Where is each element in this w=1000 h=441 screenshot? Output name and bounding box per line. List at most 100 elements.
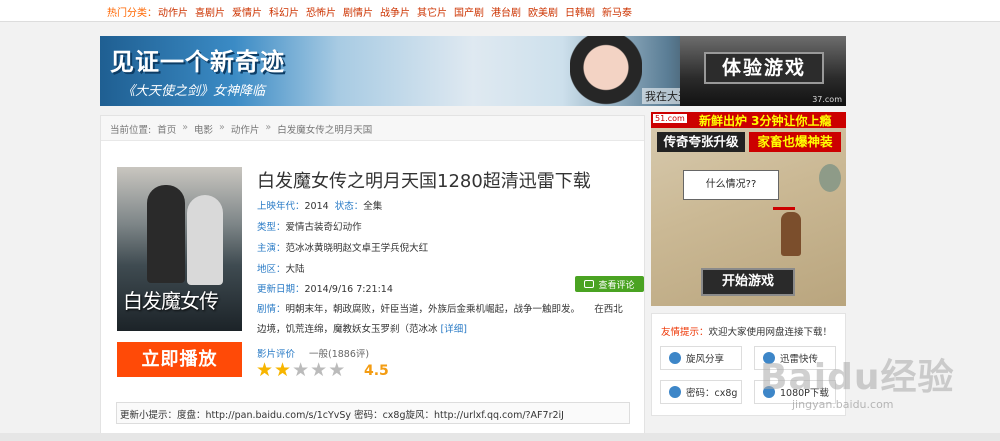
- category-link-horror[interactable]: 恐怖片: [306, 4, 336, 19]
- baidu-jingyan-url: jingyan.baidu.com: [792, 398, 894, 411]
- breadcrumb-prefix: 当前位置:: [110, 125, 152, 136]
- whirlwind-share-button[interactable]: 旋风分享: [660, 346, 742, 370]
- region-label: 地区：: [257, 264, 286, 275]
- view-comments-label: 查看评论: [598, 280, 635, 291]
- cast-member[interactable]: 黄晓明: [314, 243, 343, 254]
- status-label: 状态：: [334, 201, 364, 212]
- friendly-tip: 友情提示：欢迎大家使用网盘连接下载！: [661, 324, 832, 338]
- side-ad-character-image: [781, 212, 801, 256]
- rating-count: 一般(1886评): [309, 349, 370, 360]
- updated-value: 2014/9/16 7:21:14: [304, 284, 393, 295]
- browser-status-bar: [0, 433, 1000, 441]
- region-row: 地区：大陆: [257, 261, 305, 275]
- category-link-drama[interactable]: 剧情片: [343, 4, 373, 19]
- category-link-comedy[interactable]: 喜剧片: [195, 4, 225, 19]
- movie-title: 白发魔女传之明月天国1280超清迅雷下载: [257, 171, 591, 192]
- category-link-other[interactable]: 其它片: [417, 4, 447, 19]
- friendly-tip-label: 友情提示：: [661, 327, 709, 338]
- side-ad-speech-bubble: 什么情况??: [683, 170, 779, 200]
- breadcrumb: 当前位置: 首页 » 电影 » 动作片 » 白发魔女传之明月天国: [101, 116, 644, 141]
- side-game-ad[interactable]: 51.com 新鲜出炉 3分钟让你上瘾 传奇夸张升级 家畜也爆神装 什么情况??…: [651, 112, 846, 306]
- year-value: 2014: [304, 201, 329, 212]
- lock-icon: [669, 386, 681, 398]
- plot-more-link[interactable]: [详细]: [441, 324, 467, 335]
- poster-figure-light: [187, 195, 223, 285]
- genre-row: 类型：爱情古装奇幻动作: [257, 219, 362, 233]
- plot-label: 剧情：: [257, 304, 286, 315]
- side-ad-site: 51.com: [653, 114, 687, 123]
- star-empty-icon[interactable]: ★: [292, 360, 309, 380]
- star-filled-icon[interactable]: ★: [256, 360, 273, 380]
- cast-label: 主演：: [257, 243, 286, 254]
- breadcrumb-movies[interactable]: 电影: [194, 122, 213, 140]
- updated-row: 更新日期：2014/9/16 7:21:14: [257, 281, 393, 295]
- genre-tag[interactable]: 爱情: [286, 222, 305, 233]
- star-filled-icon[interactable]: ★: [274, 360, 291, 380]
- breadcrumb-home[interactable]: 首页: [157, 122, 176, 140]
- comment-icon: [584, 280, 595, 288]
- whirlwind-icon: [669, 352, 681, 364]
- category-link-scifi[interactable]: 科幻片: [269, 4, 299, 19]
- whirlwind-share-label: 旋风分享: [686, 354, 725, 365]
- region-value: 大陆: [285, 264, 305, 275]
- genre-tag[interactable]: 古装: [305, 222, 324, 233]
- password-label: 密码：cx8g: [686, 388, 738, 399]
- cast-member[interactable]: 王学兵: [371, 243, 400, 254]
- cast-row: 主演：范冰冰黄晓明赵文卓王学兵倪大红: [257, 240, 428, 254]
- cast-member[interactable]: 倪大红: [400, 243, 429, 254]
- update-tip: 更新小提示：度盘：http://pan.baidu.com/s/1cYvSy 密…: [116, 402, 630, 424]
- view-comments-button[interactable]: 查看评论: [575, 276, 644, 292]
- rating-label: 影片评价: [257, 349, 296, 360]
- star-empty-icon[interactable]: ★: [310, 360, 327, 380]
- category-links: 动作片 喜剧片 爱情片 科幻片 恐怖片 剧情片 战争片 其它片 国产剧 港台剧 …: [158, 4, 632, 19]
- friendly-tip-text: 欢迎大家使用网盘连接下载！: [708, 327, 833, 338]
- category-link-romance[interactable]: 爱情片: [232, 4, 262, 19]
- movie-poster[interactable]: 白发魔女传: [117, 167, 242, 331]
- experience-game-button[interactable]: 体验游戏: [704, 52, 824, 84]
- banner-game-panel: 体验游戏 37.com: [680, 36, 846, 106]
- cast-member[interactable]: 赵文卓: [343, 243, 372, 254]
- poster-figure-dark: [147, 185, 185, 283]
- breadcrumb-separator: »: [182, 122, 189, 133]
- category-link-domestic-tv[interactable]: 国产剧: [454, 4, 484, 19]
- genre-tag[interactable]: 奇幻: [324, 222, 343, 233]
- baidu-jingyan-watermark: Baidu经验: [760, 357, 955, 398]
- rating-stars[interactable]: ★ ★ ★ ★ ★: [256, 360, 345, 380]
- year-label: 上映年代：: [257, 201, 305, 212]
- breadcrumb-current: 白发魔女传之明月天国: [277, 125, 373, 136]
- breadcrumb-separator: »: [219, 122, 225, 133]
- banner-subline: 《大天使之剑》女神降临: [122, 84, 266, 99]
- category-link-war[interactable]: 战争片: [380, 4, 410, 19]
- side-ad-bird-image: [819, 164, 841, 192]
- start-game-button[interactable]: 开始游戏: [701, 268, 795, 296]
- star-empty-icon[interactable]: ★: [328, 360, 345, 380]
- side-ad-headline: 新鲜出炉 3分钟让你上瘾: [699, 114, 832, 128]
- banner-headline: 见证一个新奇迹: [110, 48, 285, 76]
- category-link-western-tv[interactable]: 欧美剧: [528, 4, 558, 19]
- poster-title: 白发魔女传: [123, 289, 219, 313]
- genre-tag[interactable]: 动作: [343, 222, 362, 233]
- side-ad-right-slogan: 家畜也爆神装: [749, 132, 841, 152]
- plot-summary: 剧情：明朝末年，朝政腐败，奸臣当道，外族后金乘机崛起，战争一触即发。 在西北边境…: [257, 300, 629, 340]
- cast-member[interactable]: 范冰冰: [286, 243, 315, 254]
- breadcrumb-action[interactable]: 动作片: [231, 122, 260, 140]
- breadcrumb-separator: »: [265, 122, 272, 133]
- game-ad-banner[interactable]: 见证一个新奇迹 《大天使之剑》女神降临 我在大天使之剑等你 体验游戏 37.co…: [100, 36, 846, 106]
- banner-site-label: 37.com: [812, 95, 842, 104]
- category-link-sea-tv[interactable]: 新马泰: [602, 4, 632, 19]
- status-value: 全集: [363, 201, 383, 212]
- year-status-row: 上映年代：2014 状态：全集: [257, 198, 382, 212]
- rating-score: 4.5: [364, 363, 389, 379]
- top-category-bar: 热门分类： 动作片 喜剧片 爱情片 科幻片 恐怖片 剧情片 战争片 其它片 国产…: [0, 0, 1000, 22]
- side-ad-left-slogan: 传奇夸张升级: [657, 132, 745, 152]
- side-ad-arrow: [773, 207, 795, 210]
- banner-model-image: [570, 36, 642, 106]
- category-link-jp-kr-tv[interactable]: 日韩剧: [565, 4, 595, 19]
- category-link-action[interactable]: 动作片: [158, 4, 188, 19]
- genre-label: 类型：: [257, 222, 286, 233]
- movie-detail-panel: 当前位置: 首页 » 电影 » 动作片 » 白发魔女传之明月天国 白发魔女传 立…: [100, 115, 645, 435]
- play-now-button[interactable]: 立即播放: [117, 342, 242, 377]
- category-link-hk-tw-tv[interactable]: 港台剧: [491, 4, 521, 19]
- hot-categories-label: 热门分类：: [107, 8, 157, 19]
- password-button[interactable]: 密码：cx8g: [660, 380, 742, 404]
